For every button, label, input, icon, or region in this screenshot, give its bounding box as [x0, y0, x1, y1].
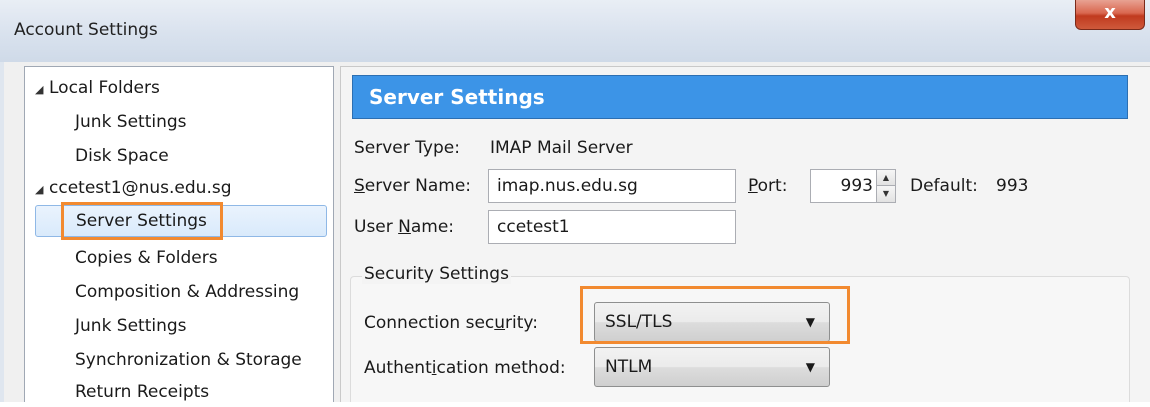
annotation-highlight-server-settings: [61, 202, 223, 240]
tree-item-composition-addressing[interactable]: Composition & Addressing: [75, 277, 299, 307]
server-name-label: Server Name:: [354, 176, 472, 196]
user-name-field[interactable]: ccetest1: [488, 210, 736, 244]
server-type-value: IMAP Mail Server: [490, 138, 633, 158]
port-label: Port:: [748, 176, 788, 196]
tree-item-junk-settings-account[interactable]: Junk Settings: [75, 311, 187, 341]
user-name-label: User Name:: [354, 217, 455, 237]
tree-item-label: Copies & Folders: [75, 248, 218, 268]
server-name-field[interactable]: imap.nus.edu.sg: [488, 169, 736, 203]
tree-item-label: Synchronization & Storage: [75, 350, 302, 370]
close-icon: x: [1104, 2, 1116, 23]
tree-item-label: Junk Settings: [75, 112, 187, 132]
tree-item-label: Disk Space: [75, 146, 169, 166]
tree-item-label: Local Folders: [49, 78, 160, 98]
default-port-value: 993: [996, 176, 1029, 196]
authentication-method-dropdown[interactable]: NTLM ▼: [594, 347, 830, 387]
tree-item-sync-storage[interactable]: Synchronization & Storage: [75, 345, 302, 375]
spin-up-icon[interactable]: ▲: [877, 170, 895, 186]
tree-item-label: Junk Settings: [75, 316, 187, 336]
window-border: [0, 62, 4, 402]
security-group-title: Security Settings: [362, 264, 511, 284]
dropdown-arrow-icon: ▼: [805, 360, 815, 374]
tree-item-label: Return Receipts: [75, 382, 210, 402]
tree-item-local-folders[interactable]: ◢ Local Folders: [35, 73, 160, 103]
annotation-highlight-connection-security: [580, 286, 850, 344]
tree-item-junk-settings-local[interactable]: Junk Settings: [75, 107, 187, 137]
authentication-method-value: NTLM: [605, 357, 653, 377]
port-spin-buttons: ▲ ▼: [876, 170, 895, 202]
spin-down-icon[interactable]: ▼: [877, 186, 895, 202]
tree-item-disk-space[interactable]: Disk Space: [75, 141, 169, 171]
account-settings-window: Account Settings x ◢ Local Folders Junk S…: [0, 0, 1150, 402]
authentication-method-label: Authentication method:: [364, 358, 566, 378]
collapse-triangle-icon[interactable]: ◢: [35, 75, 49, 105]
panel-header: Server Settings: [352, 75, 1128, 119]
title-bar: Account Settings x: [0, 0, 1150, 62]
tree-item-account[interactable]: ◢ ccetest1@nus.edu.sg: [35, 173, 232, 203]
tree-item-label: ccetest1@nus.edu.sg: [49, 178, 232, 198]
tree-item-label: Composition & Addressing: [75, 282, 300, 302]
server-type-label: Server Type:: [354, 138, 460, 158]
tree-item-return-receipts[interactable]: Return Receipts: [75, 377, 209, 407]
port-value: 993: [840, 176, 873, 196]
port-spinner[interactable]: 993 ▲ ▼: [810, 169, 896, 203]
default-port-label: Default:: [910, 176, 978, 196]
tree-item-copies-folders[interactable]: Copies & Folders: [75, 243, 218, 273]
close-button[interactable]: x: [1075, 0, 1145, 30]
collapse-triangle-icon[interactable]: ◢: [35, 175, 49, 205]
window-title: Account Settings: [14, 20, 158, 40]
connection-security-label: Connection security:: [364, 313, 538, 333]
